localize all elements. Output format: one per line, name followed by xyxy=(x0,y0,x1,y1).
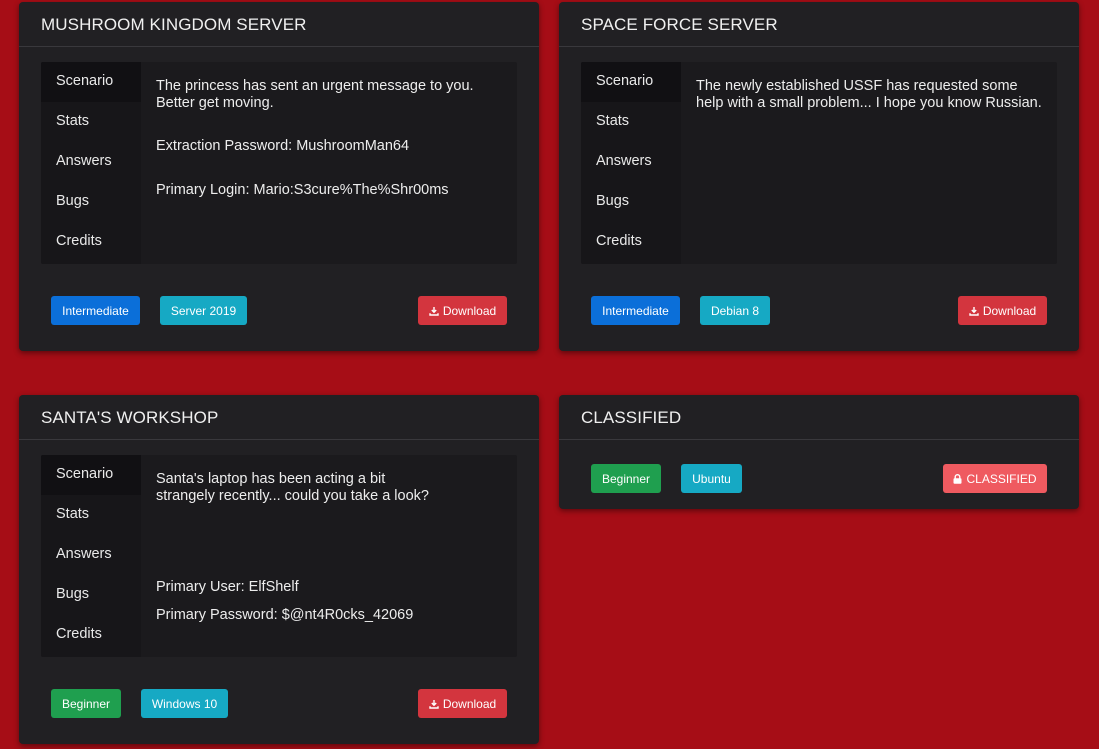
tab-scenario[interactable]: Scenario xyxy=(581,62,681,102)
os-badge[interactable]: Ubuntu xyxy=(681,464,742,493)
download-icon xyxy=(429,699,439,709)
tab-scenario[interactable]: Scenario xyxy=(41,62,141,102)
os-badge[interactable]: Debian 8 xyxy=(700,296,770,325)
download-button[interactable]: Download xyxy=(418,689,507,718)
tab-nav: Scenario Stats Answers Bugs Credits xyxy=(41,455,141,657)
scenario-panel: Santa's laptop has been acting a bit str… xyxy=(156,471,437,623)
tab-scenario[interactable]: Scenario xyxy=(41,455,141,495)
tab-stats[interactable]: Stats xyxy=(41,102,141,142)
challenge-card-mushroom-kingdom: MUSHROOM KINGDOM SERVER Scenario Stats A… xyxy=(19,2,539,351)
card-tab-container: Scenario Stats Answers Bugs Credits Sant… xyxy=(41,455,517,657)
lock-icon xyxy=(953,473,962,484)
challenge-card-classified: CLASSIFIED Beginner Ubuntu CLASSIFIED xyxy=(559,395,1079,509)
tab-bugs[interactable]: Bugs xyxy=(581,182,681,222)
primary-login: Primary Login: Mario:S3cure%The%Shr00ms xyxy=(156,181,449,198)
tab-bugs[interactable]: Bugs xyxy=(41,575,141,615)
tab-credits[interactable]: Credits xyxy=(41,615,141,655)
card-tab-container: Scenario Stats Answers Bugs Credits The … xyxy=(41,62,517,264)
challenge-card-space-force: SPACE FORCE SERVER Scenario Stats Answer… xyxy=(559,2,1079,351)
tab-answers[interactable]: Answers xyxy=(581,142,681,182)
scenario-panel: The newly established USSF has requested… xyxy=(696,78,1045,111)
card-title: SPACE FORCE SERVER xyxy=(559,2,1079,47)
tab-answers[interactable]: Answers xyxy=(41,142,141,182)
download-button[interactable]: Download xyxy=(418,296,507,325)
difficulty-badge[interactable]: Beginner xyxy=(51,689,121,718)
primary-user: Primary User: ElfShelf xyxy=(156,579,299,595)
scenario-panel: The princess has sent an urgent message … xyxy=(156,78,477,198)
primary-password: Primary Password: $@nt4R0cks_42069 xyxy=(156,606,414,623)
card-tab-container: Scenario Stats Answers Bugs Credits The … xyxy=(581,62,1057,264)
tab-bugs[interactable]: Bugs xyxy=(41,182,141,222)
download-icon xyxy=(429,306,439,316)
card-title: MUSHROOM KINGDOM SERVER xyxy=(19,2,539,47)
difficulty-badge[interactable]: Intermediate xyxy=(591,296,680,325)
tab-answers[interactable]: Answers xyxy=(41,535,141,575)
tab-stats[interactable]: Stats xyxy=(581,102,681,142)
tab-nav: Scenario Stats Answers Bugs Credits xyxy=(581,62,681,264)
scenario-description: The newly established USSF has requested… xyxy=(696,78,1042,111)
download-label: Download xyxy=(982,303,1037,318)
scenario-description: The princess has sent an urgent message … xyxy=(156,78,474,111)
extraction-password: Extraction Password: MushroomMan64 xyxy=(156,138,410,154)
download-label: Download xyxy=(442,696,497,711)
card-title: SANTA'S WORKSHOP xyxy=(19,395,539,440)
difficulty-badge[interactable]: Beginner xyxy=(591,464,661,493)
os-badge[interactable]: Windows 10 xyxy=(141,689,228,718)
download-icon xyxy=(969,306,979,316)
tab-stats[interactable]: Stats xyxy=(41,495,141,535)
download-label: Download xyxy=(442,303,497,318)
challenge-card-santas-workshop: SANTA'S WORKSHOP Scenario Stats Answers … xyxy=(19,395,539,744)
classified-button[interactable]: CLASSIFIED xyxy=(943,464,1047,493)
tab-credits[interactable]: Credits xyxy=(581,222,681,262)
tab-nav: Scenario Stats Answers Bugs Credits xyxy=(41,62,141,264)
scenario-description: Santa's laptop has been acting a bit str… xyxy=(156,471,429,504)
card-title: CLASSIFIED xyxy=(559,395,1079,440)
tab-credits[interactable]: Credits xyxy=(41,222,141,262)
download-button[interactable]: Download xyxy=(958,296,1047,325)
classified-label: CLASSIFIED xyxy=(966,471,1037,486)
difficulty-badge[interactable]: Intermediate xyxy=(51,296,140,325)
os-badge[interactable]: Server 2019 xyxy=(160,296,247,325)
